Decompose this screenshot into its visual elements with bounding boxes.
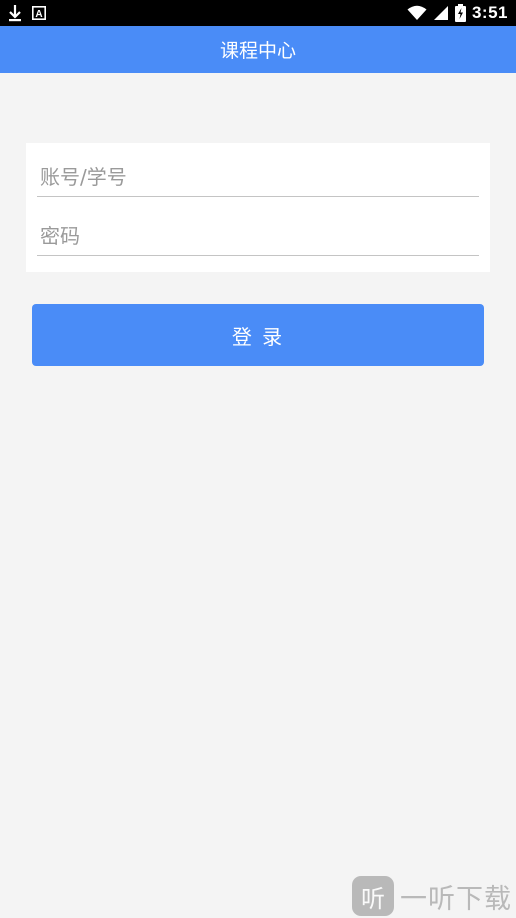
signal-icon <box>433 5 449 21</box>
battery-charging-icon <box>454 4 466 22</box>
login-button-label: 登 录 <box>231 324 285 349</box>
watermark-logo: 听 <box>352 876 394 916</box>
app-header: 课程中心 <box>0 26 516 73</box>
notification-letter: A <box>35 9 42 20</box>
status-right-icons: 3:51 <box>407 3 508 23</box>
password-input[interactable] <box>37 216 479 256</box>
a-notification-icon: A <box>32 6 46 20</box>
watermark-text: 一听下载 <box>400 883 512 915</box>
watermark: 听 一听下载 <box>352 876 512 916</box>
login-button[interactable]: 登 录 <box>32 304 484 366</box>
login-form-card <box>26 143 490 272</box>
status-bar: A 3:51 <box>0 0 516 26</box>
download-icon <box>8 4 22 22</box>
page-title: 课程中心 <box>219 40 296 62</box>
status-time: 3:51 <box>471 3 508 22</box>
status-left-icons: A <box>8 3 46 23</box>
account-input[interactable] <box>37 157 479 197</box>
wifi-icon <box>407 5 427 21</box>
